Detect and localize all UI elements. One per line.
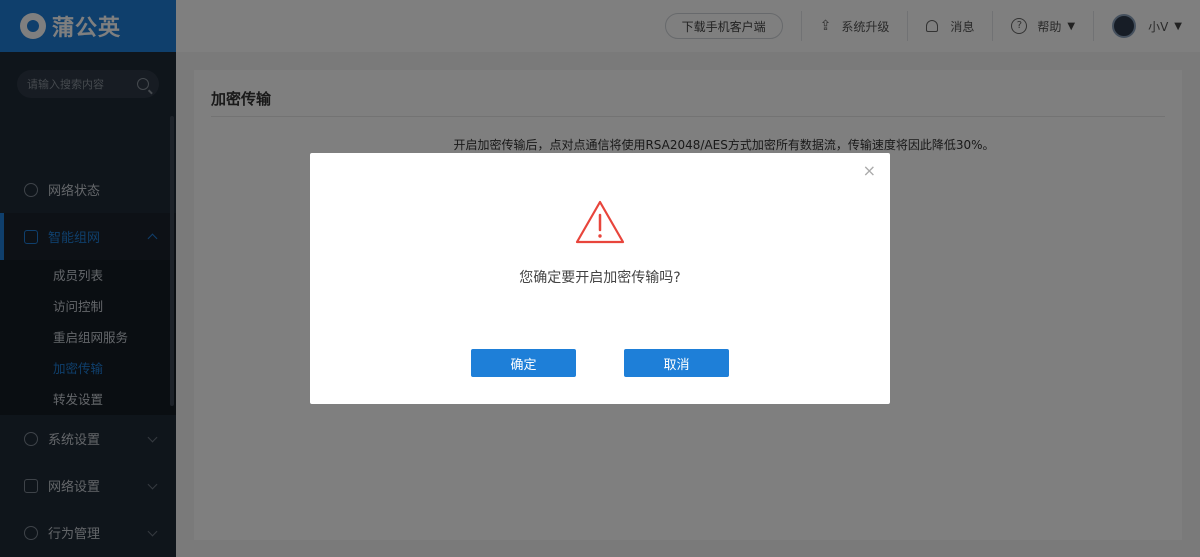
cancel-button[interactable]: 取消 <box>624 349 729 377</box>
confirm-button[interactable]: 确定 <box>471 349 576 377</box>
dialog-message: 您确定要开启加密传输吗? <box>519 270 681 286</box>
warning-icon <box>575 200 625 244</box>
confirm-dialog: × 您确定要开启加密传输吗? 确定 取消 <box>310 153 890 404</box>
close-icon[interactable]: × <box>863 161 876 180</box>
